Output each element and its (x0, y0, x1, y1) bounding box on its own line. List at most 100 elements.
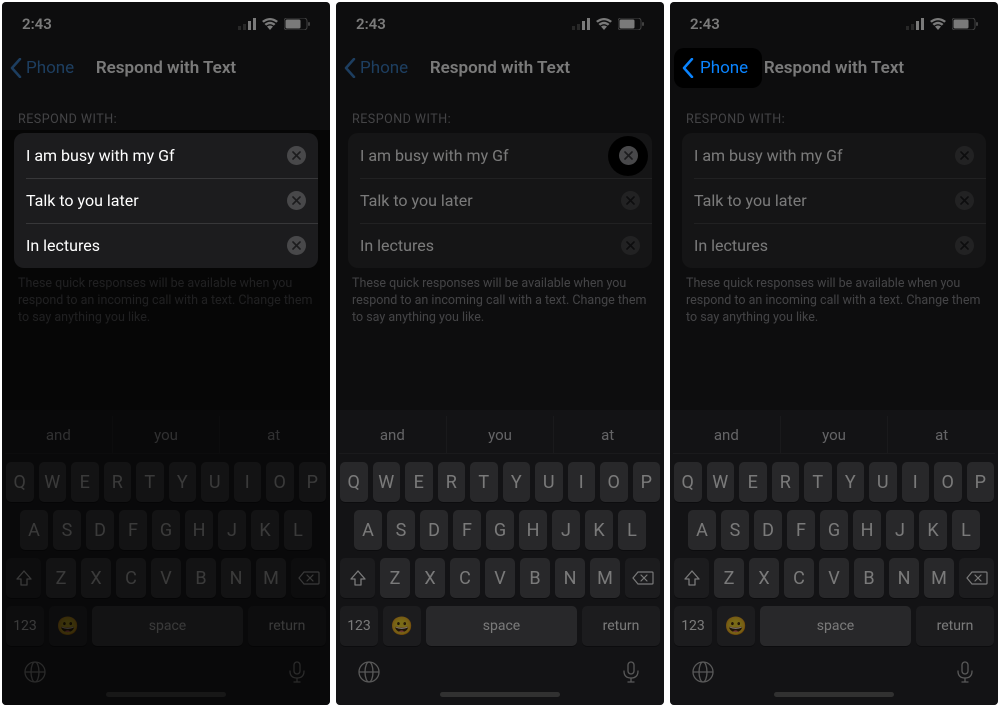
key[interactable]: G (486, 510, 514, 550)
key[interactable]: M (590, 558, 620, 598)
key[interactable]: M (924, 558, 954, 598)
key[interactable]: R (438, 462, 466, 502)
return-key[interactable]: return (916, 606, 994, 646)
key[interactable]: I (568, 462, 596, 502)
key[interactable]: B (186, 558, 216, 598)
key[interactable]: N (889, 558, 919, 598)
key[interactable]: J (552, 510, 580, 550)
keyboard[interactable]: and you at QWERTYUIOP ASDFGHJKL ZXCVBNM … (2, 410, 330, 705)
key[interactable]: N (555, 558, 585, 598)
key[interactable]: R (772, 462, 800, 502)
key[interactable]: L (284, 510, 312, 550)
key[interactable]: L (618, 510, 646, 550)
response-row[interactable]: Talk to you later (14, 178, 318, 223)
key[interactable]: L (952, 510, 980, 550)
clear-text-button[interactable] (955, 191, 974, 210)
clear-text-button[interactable] (287, 191, 306, 210)
key[interactable]: D (86, 510, 114, 550)
globe-icon[interactable] (23, 660, 47, 684)
response-row[interactable]: I am busy with my Gf (348, 133, 652, 178)
clear-text-button[interactable] (287, 146, 306, 165)
key[interactable]: P (299, 462, 327, 502)
key[interactable]: R (104, 462, 132, 502)
response-text[interactable]: In lectures (26, 236, 287, 255)
key[interactable]: T (804, 462, 832, 502)
response-text[interactable]: In lectures (694, 236, 955, 255)
key[interactable]: Z (714, 558, 744, 598)
numbers-key[interactable]: 123 (340, 606, 378, 646)
key[interactable]: K (251, 510, 279, 550)
suggestion[interactable]: you (446, 416, 554, 453)
response-text[interactable]: Talk to you later (360, 191, 621, 210)
return-key[interactable]: return (248, 606, 326, 646)
key[interactable]: K (585, 510, 613, 550)
key[interactable]: F (787, 510, 815, 550)
key[interactable]: O (266, 462, 294, 502)
emoji-key[interactable]: 😀 (383, 606, 421, 646)
clear-text-button[interactable] (621, 191, 640, 210)
key[interactable]: S (387, 510, 415, 550)
key[interactable]: O (934, 462, 962, 502)
response-row[interactable]: I am busy with my Gf (682, 133, 986, 178)
mic-icon[interactable] (619, 660, 643, 684)
space-key[interactable]: space (426, 606, 577, 646)
key[interactable]: G (152, 510, 180, 550)
home-indicator[interactable] (106, 692, 226, 697)
shift-key[interactable] (340, 558, 375, 598)
return-key[interactable]: return (582, 606, 660, 646)
space-key[interactable]: space (92, 606, 243, 646)
back-button[interactable]: Phone (344, 58, 408, 78)
key[interactable]: I (234, 462, 262, 502)
key[interactable]: Q (674, 462, 702, 502)
key[interactable]: I (902, 462, 930, 502)
response-text[interactable]: I am busy with my Gf (360, 146, 640, 165)
shift-key[interactable] (6, 558, 41, 598)
keyboard[interactable]: and you at QWERTYUIOP ASDFGHJKL ZXCVBNM … (670, 410, 998, 705)
delete-key[interactable] (625, 558, 660, 598)
key[interactable]: V (151, 558, 181, 598)
suggestion[interactable]: and (339, 416, 446, 453)
response-text[interactable]: Talk to you later (26, 191, 287, 210)
key[interactable]: F (119, 510, 147, 550)
response-row[interactable]: In lectures (682, 223, 986, 268)
suggestion[interactable]: and (5, 416, 112, 453)
suggestion[interactable]: you (780, 416, 888, 453)
key[interactable]: U (869, 462, 897, 502)
key[interactable]: O (600, 462, 628, 502)
response-text[interactable]: I am busy with my Gf (694, 146, 955, 165)
suggestion[interactable]: at (219, 416, 327, 453)
key[interactable]: Q (6, 462, 34, 502)
response-row[interactable]: Talk to you later (348, 178, 652, 223)
suggestion[interactable]: at (553, 416, 661, 453)
key[interactable]: X (415, 558, 445, 598)
key[interactable]: F (453, 510, 481, 550)
globe-icon[interactable] (357, 660, 381, 684)
key[interactable]: P (967, 462, 995, 502)
clear-text-button[interactable] (621, 236, 640, 255)
home-indicator[interactable] (774, 692, 894, 697)
key[interactable]: Y (503, 462, 531, 502)
key[interactable]: C (116, 558, 146, 598)
key[interactable]: U (535, 462, 563, 502)
key[interactable]: M (256, 558, 286, 598)
back-button[interactable]: Phone (10, 58, 74, 78)
key[interactable]: Y (169, 462, 197, 502)
key[interactable]: A (354, 510, 382, 550)
mic-icon[interactable] (285, 660, 309, 684)
shift-key[interactable] (674, 558, 709, 598)
key[interactable]: U (201, 462, 229, 502)
numbers-key[interactable]: 123 (6, 606, 44, 646)
emoji-key[interactable]: 😀 (717, 606, 755, 646)
key[interactable]: S (721, 510, 749, 550)
key[interactable]: C (450, 558, 480, 598)
key[interactable]: J (886, 510, 914, 550)
space-key[interactable]: space (760, 606, 911, 646)
key[interactable]: H (185, 510, 213, 550)
key[interactable]: T (470, 462, 498, 502)
response-row[interactable]: In lectures (14, 223, 318, 268)
key[interactable]: D (420, 510, 448, 550)
key[interactable]: B (520, 558, 550, 598)
delete-key[interactable] (291, 558, 326, 598)
key[interactable]: D (754, 510, 782, 550)
key[interactable]: A (20, 510, 48, 550)
